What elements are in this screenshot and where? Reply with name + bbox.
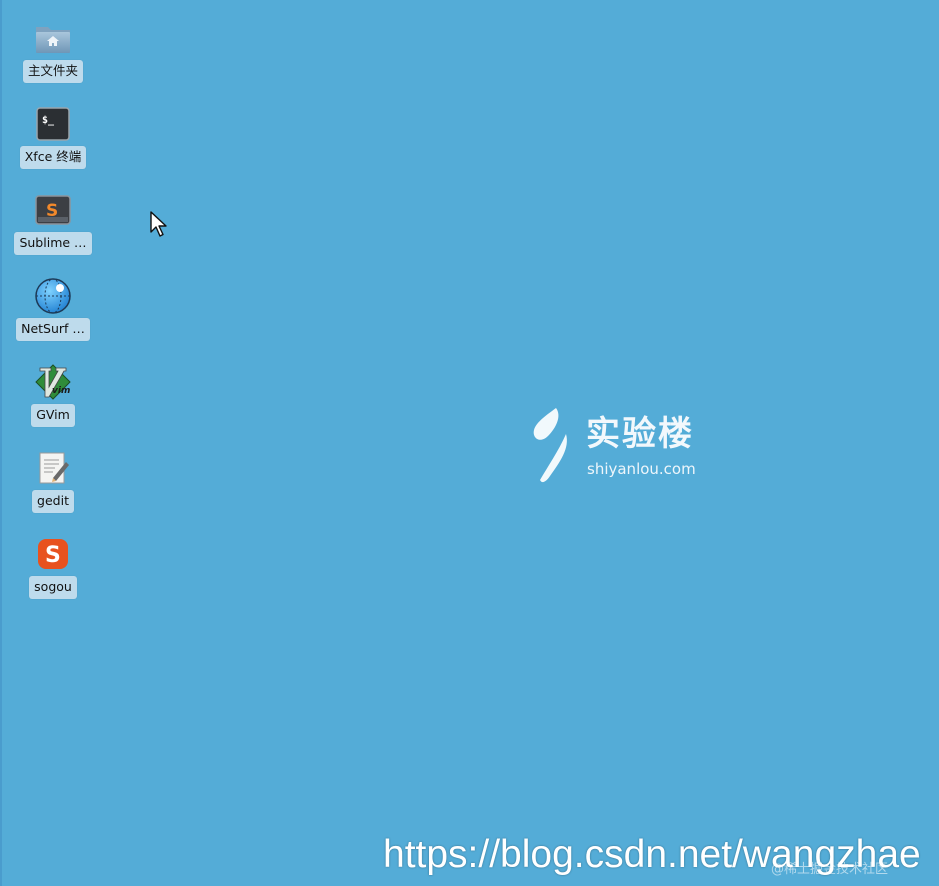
gvim-icon: vim: [33, 362, 73, 402]
netsurf-globe-icon: [33, 276, 73, 316]
mouse-pointer-icon: [150, 211, 167, 237]
desktop-icon-label: GVim: [31, 404, 75, 427]
desktop-icon-terminal[interactable]: $_ Xfce 终端: [8, 104, 98, 186]
gvim-glyph: vim: [52, 386, 70, 396]
desktop-icon-label: 主文件夹: [22, 60, 83, 83]
gedit-icon: [33, 448, 73, 488]
shiyanlou-logo-mark-icon: [533, 408, 567, 483]
sogou-glyph: S: [45, 543, 61, 568]
desktop-icon-label: sogou: [29, 576, 77, 599]
desktop-icon-gedit[interactable]: gedit: [8, 448, 98, 530]
sublime-text-icon: S: [33, 190, 73, 230]
home-folder-icon: [33, 18, 73, 58]
desktop-icon-sogou[interactable]: S sogou: [8, 534, 98, 616]
desktop-icon-home-folder[interactable]: 主文件夹: [8, 18, 98, 100]
sublime-glyph: S: [46, 201, 58, 221]
watermark-credit: @稀土掘金技术社区: [771, 862, 889, 877]
desktop-icon-label: Sublime …: [14, 232, 92, 255]
desktop-icon-label: gedit: [32, 490, 74, 513]
desktop[interactable]: 主文件夹 $_ Xfce 终端 S Sublime … NetSurf … vi…: [0, 0, 939, 886]
sogou-icon: S: [33, 534, 73, 574]
logo-name-cn: 实验楼: [586, 414, 694, 454]
desktop-icon-label: NetSurf …: [16, 318, 90, 341]
terminal-icon: $_: [33, 104, 73, 144]
desktop-icon-netsurf[interactable]: NetSurf …: [8, 276, 98, 358]
desktop-icon-sublime[interactable]: S Sublime …: [8, 190, 98, 272]
terminal-glyph: $_: [42, 115, 55, 126]
desktop-left-edge: [0, 0, 2, 886]
desktop-icon-label: Xfce 终端: [19, 146, 87, 169]
shiyanlou-logo: 实验楼 shiyanlou.com: [526, 404, 726, 488]
logo-domain: shiyanlou.com: [587, 460, 696, 478]
desktop-icon-gvim[interactable]: vim GVim: [8, 362, 98, 444]
